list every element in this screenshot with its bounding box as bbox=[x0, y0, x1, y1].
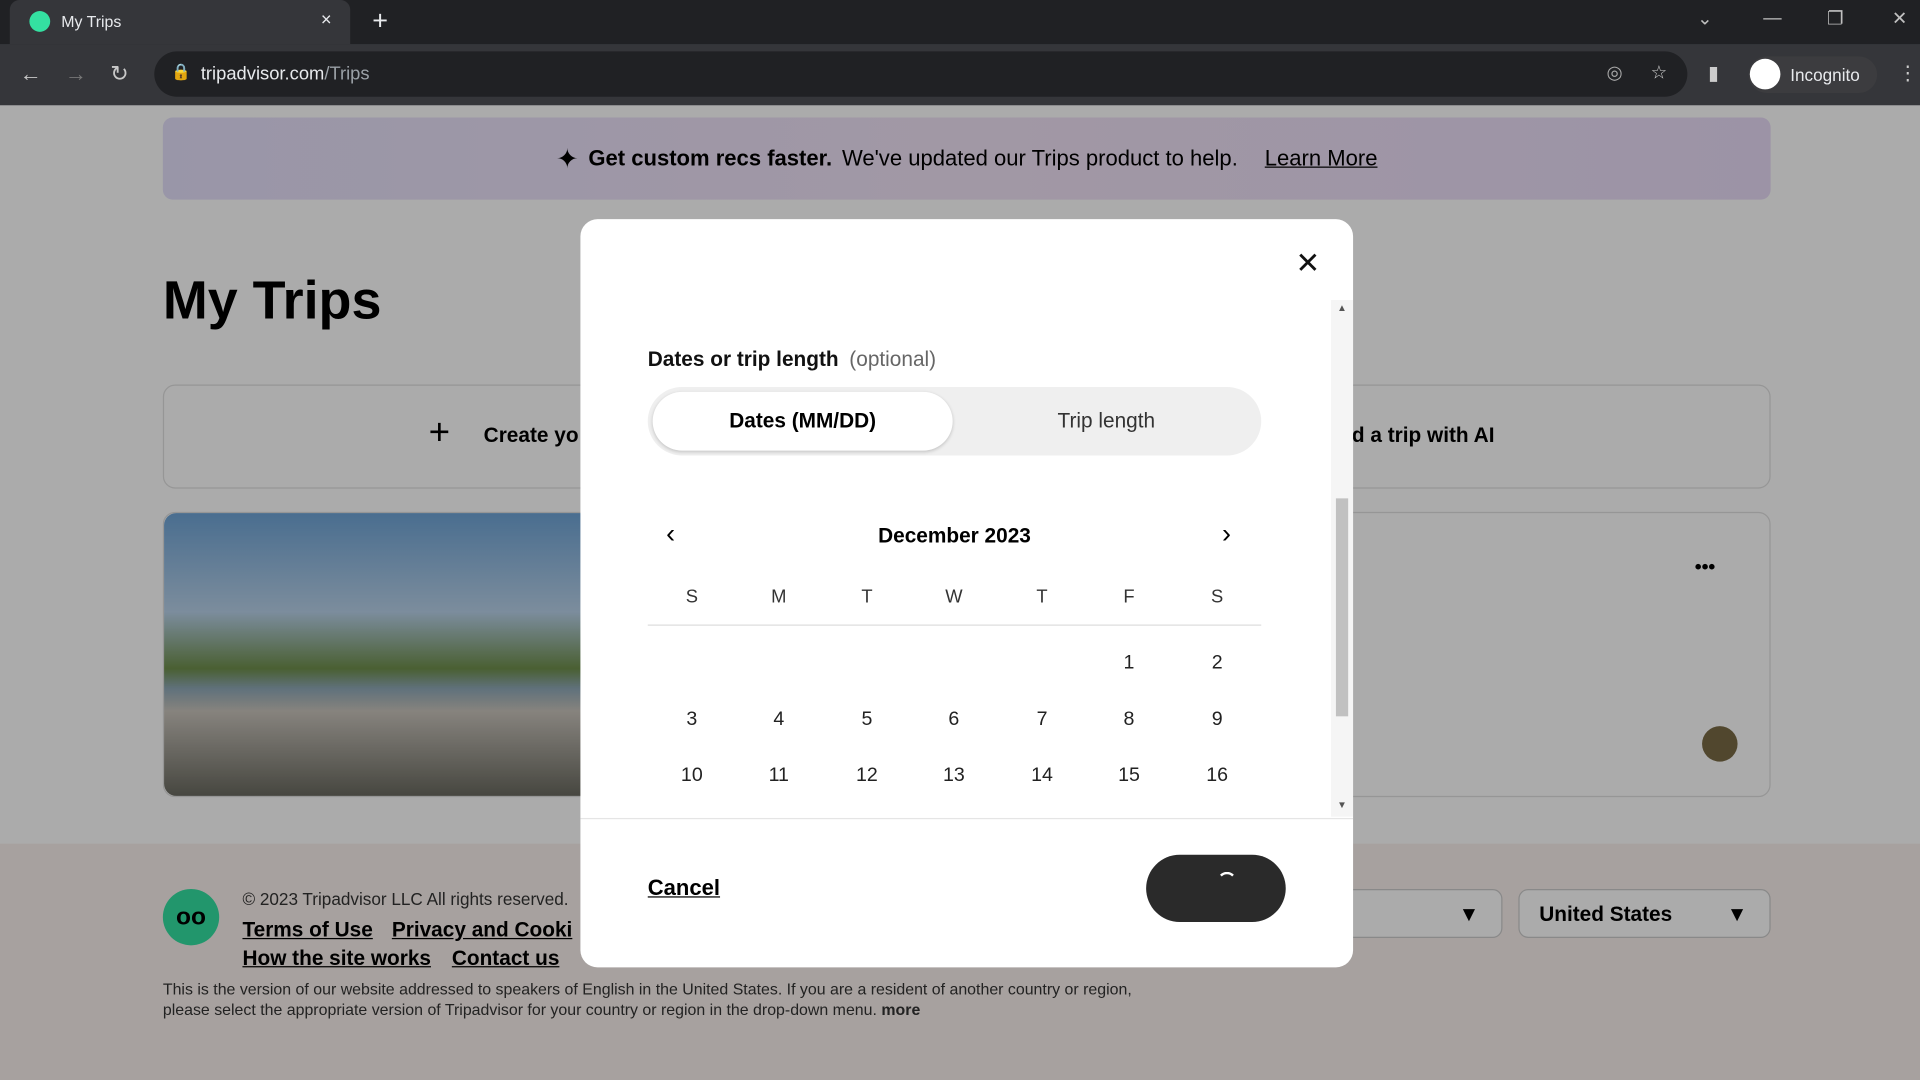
weekday-header: F bbox=[1123, 586, 1135, 608]
calendar-day[interactable]: 8 bbox=[1104, 709, 1153, 731]
menu-icon[interactable]: ⋮ bbox=[1898, 61, 1918, 85]
weekday-header: W bbox=[945, 586, 963, 608]
side-panel-icon[interactable]: ▮ bbox=[1708, 61, 1719, 85]
calendar-day[interactable]: 6 bbox=[929, 709, 978, 731]
month-title: December 2023 bbox=[878, 524, 1031, 548]
tab-dates[interactable]: Dates (MM/DD) bbox=[652, 391, 953, 451]
close-icon[interactable]: ✕ bbox=[1296, 246, 1321, 282]
back-icon[interactable]: ← bbox=[20, 61, 42, 87]
tab-search-icon[interactable]: ⌄ bbox=[1697, 7, 1712, 30]
optional-label: (optional) bbox=[849, 347, 937, 372]
dates-modal: ✕ Dates or trip length (optional) Dates … bbox=[580, 219, 1354, 968]
cancel-button[interactable]: Cancel bbox=[648, 876, 720, 902]
divider bbox=[647, 624, 1262, 626]
calendar-day[interactable]: 16 bbox=[1193, 765, 1242, 787]
close-window-icon[interactable]: ✕ bbox=[1892, 7, 1907, 30]
submit-button[interactable] bbox=[1146, 854, 1286, 923]
new-tab-icon[interactable]: + bbox=[372, 5, 388, 37]
calendar-day[interactable]: 15 bbox=[1104, 765, 1153, 787]
tripadvisor-favicon-icon bbox=[29, 11, 51, 32]
divider bbox=[580, 817, 1354, 820]
tab-trip-length[interactable]: Trip length bbox=[956, 392, 1256, 451]
weekday-header: T bbox=[1036, 586, 1048, 608]
tab-title: My Trips bbox=[61, 12, 122, 31]
scrollbar[interactable]: ▲ ▼ bbox=[1331, 300, 1354, 817]
calendar-day[interactable]: 11 bbox=[754, 765, 803, 787]
tracking-off-icon[interactable]: ◎ bbox=[1607, 61, 1623, 83]
lock-icon: 🔒 bbox=[171, 62, 192, 81]
calendar-day[interactable]: 10 bbox=[667, 765, 716, 787]
scroll-up-icon[interactable]: ▲ bbox=[1337, 302, 1347, 313]
weekday-header: T bbox=[861, 586, 873, 608]
weekday-header: S bbox=[685, 586, 698, 608]
star-icon[interactable]: ☆ bbox=[1651, 61, 1667, 83]
minimize-icon[interactable]: — bbox=[1763, 7, 1781, 28]
next-month-icon[interactable]: › bbox=[1222, 518, 1231, 550]
calendar-day[interactable]: 5 bbox=[842, 709, 891, 731]
tab-my-trips[interactable]: My Trips × bbox=[9, 0, 351, 45]
calendar-day[interactable]: 1 bbox=[1104, 653, 1153, 675]
weekday-header: M bbox=[771, 586, 787, 608]
calendar-day[interactable]: 2 bbox=[1193, 653, 1242, 675]
calendar-day[interactable]: 7 bbox=[1018, 709, 1067, 731]
nav-bar: ← → ↻ 🔒 tripadvisor.com/Trips ◎ ☆ ▮ Inco… bbox=[0, 44, 1920, 106]
date-mode-toggle: Dates (MM/DD) Trip length bbox=[647, 386, 1262, 456]
scrollbar-thumb[interactable] bbox=[1335, 498, 1349, 717]
dates-label: Dates or trip length bbox=[647, 347, 839, 372]
url-path: /Trips bbox=[324, 63, 370, 85]
calendar-day[interactable]: 12 bbox=[842, 765, 891, 787]
tab-bar: My Trips × + ⌄ — ❐ ✕ bbox=[0, 0, 1920, 45]
address-bar[interactable]: 🔒 tripadvisor.com/Trips ◎ ☆ bbox=[154, 51, 1688, 97]
incognito-icon bbox=[1749, 58, 1781, 90]
calendar-day[interactable]: 13 bbox=[929, 765, 978, 787]
incognito-profile[interactable]: Incognito bbox=[1748, 56, 1878, 94]
tab-close-icon[interactable]: × bbox=[321, 10, 332, 31]
calendar-day[interactable]: 9 bbox=[1193, 709, 1242, 731]
restore-icon[interactable]: ❐ bbox=[1827, 7, 1843, 30]
loading-spinner-icon bbox=[1217, 871, 1237, 892]
profile-label: Incognito bbox=[1790, 64, 1860, 85]
calendar-day[interactable]: 14 bbox=[1018, 765, 1067, 787]
weekday-header: S bbox=[1211, 586, 1224, 608]
reload-icon[interactable]: ↻ bbox=[110, 61, 128, 87]
forward-icon[interactable]: → bbox=[65, 61, 87, 87]
scroll-down-icon[interactable]: ▼ bbox=[1337, 800, 1347, 811]
calendar-day[interactable]: 3 bbox=[667, 709, 716, 731]
url-domain: tripadvisor.com bbox=[200, 63, 325, 85]
calendar-day[interactable]: 4 bbox=[754, 709, 803, 731]
